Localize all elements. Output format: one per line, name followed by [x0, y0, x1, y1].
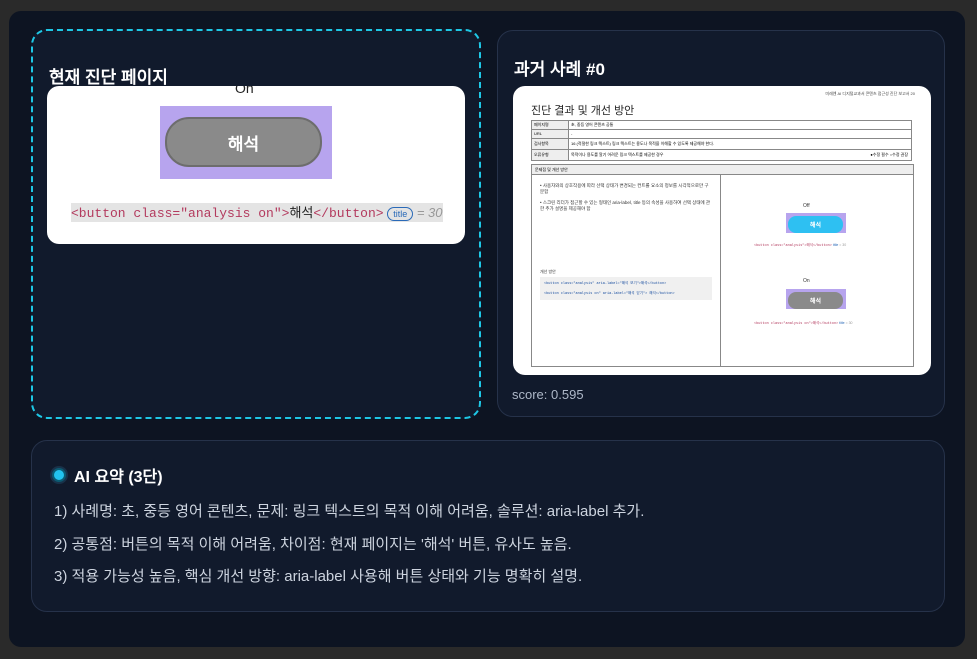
- title-badge: title: [387, 206, 414, 221]
- off-button-preview: 해석: [788, 216, 843, 233]
- section-label: 문제점 및 개선 방안: [532, 165, 913, 175]
- ai-summary-card: AI 요약 (3단) 1) 사례명: 초, 중등 영어 콘텐츠, 문제: 링크 …: [31, 440, 945, 612]
- past-case-image: 미래엔 AI 디지털교과서 콘텐츠 접근성 진단 보고서 20 진단 결과 및 …: [513, 86, 931, 375]
- improve-code-box: <button class="analysis" aria-label="해석 …: [540, 277, 712, 300]
- column-divider: [720, 175, 721, 366]
- doc-title: 진단 결과 및 개선 방안: [531, 105, 635, 117]
- ai-summary-title: AI 요약 (3단): [74, 469, 163, 486]
- code-text: 해석: [289, 205, 314, 220]
- similarity-score: score: 0.595: [512, 387, 584, 402]
- current-page-image: On 해석 <button class="analysis on">해석</bu…: [47, 86, 465, 244]
- on-button-preview: 해석: [788, 292, 843, 309]
- current-page-card: 현재 진단 페이지 On 해석 <button class="analysis …: [31, 29, 481, 419]
- bullet-2: • 스크린 리더가 접근할 수 있는 형태인 aria-label, title…: [540, 200, 711, 211]
- status-dot-icon: [52, 468, 66, 482]
- summary-line-3: 3) 적용 가능성 높음, 핵심 개선 방향: aria-label 사용해 버…: [54, 568, 583, 585]
- app-frame: 현재 진단 페이지 On 해석 <button class="analysis …: [9, 11, 965, 647]
- doc-info-table: 페이지명 초, 중등 영어 콘텐츠 공통 URL - 검사항목 16 (적절한 …: [531, 120, 912, 161]
- bullet-1: • 사용자와의 상호작용에 따라 선택 상태가 변경되는 컨트롤 요소의 정보를…: [540, 183, 709, 194]
- past-case-card: 과거 사례 #0 미래엔 AI 디지털교과서 콘텐츠 접근성 진단 보고서 20…: [497, 30, 945, 417]
- code-suffix: </button>: [313, 206, 384, 221]
- doc-body: 문제점 및 개선 방안 • 사용자와의 상호작용에 따라 선택 상태가 변경되는…: [531, 164, 914, 367]
- ai-summary-header: AI 요약 (3단): [52, 463, 163, 487]
- code-snippet: <button class="analysis on">해석</button> …: [71, 203, 443, 222]
- doc-header: 미래엔 AI 디지털교과서 콘텐츠 접근성 진단 보고서 20: [825, 91, 915, 96]
- past-case-title: 과거 사례 #0: [514, 60, 605, 79]
- current-page-title: 현재 진단 페이지: [49, 68, 168, 87]
- equals-value: = 30: [416, 205, 443, 220]
- summary-line-1: 1) 사례명: 초, 중등 영어 콘텐츠, 문제: 링크 텍스트의 목적 이해 …: [54, 503, 645, 520]
- summary-line-2: 2) 공통점: 버튼의 목적 이해 어려움, 차이점: 현재 페이지는 '해석'…: [54, 536, 572, 553]
- on-label-small: On: [803, 278, 810, 284]
- improve-label: 개선 방안: [540, 269, 556, 274]
- off-label: Off: [803, 203, 810, 209]
- code-prefix: <button class="analysis on">: [71, 206, 290, 221]
- on-label: On: [235, 86, 254, 96]
- off-code: <button class="analysis">해석</button> tit…: [754, 243, 847, 248]
- analysis-button-preview: 해석: [165, 117, 322, 167]
- on-code: <button class="analysis on">해석</button> …: [754, 321, 853, 326]
